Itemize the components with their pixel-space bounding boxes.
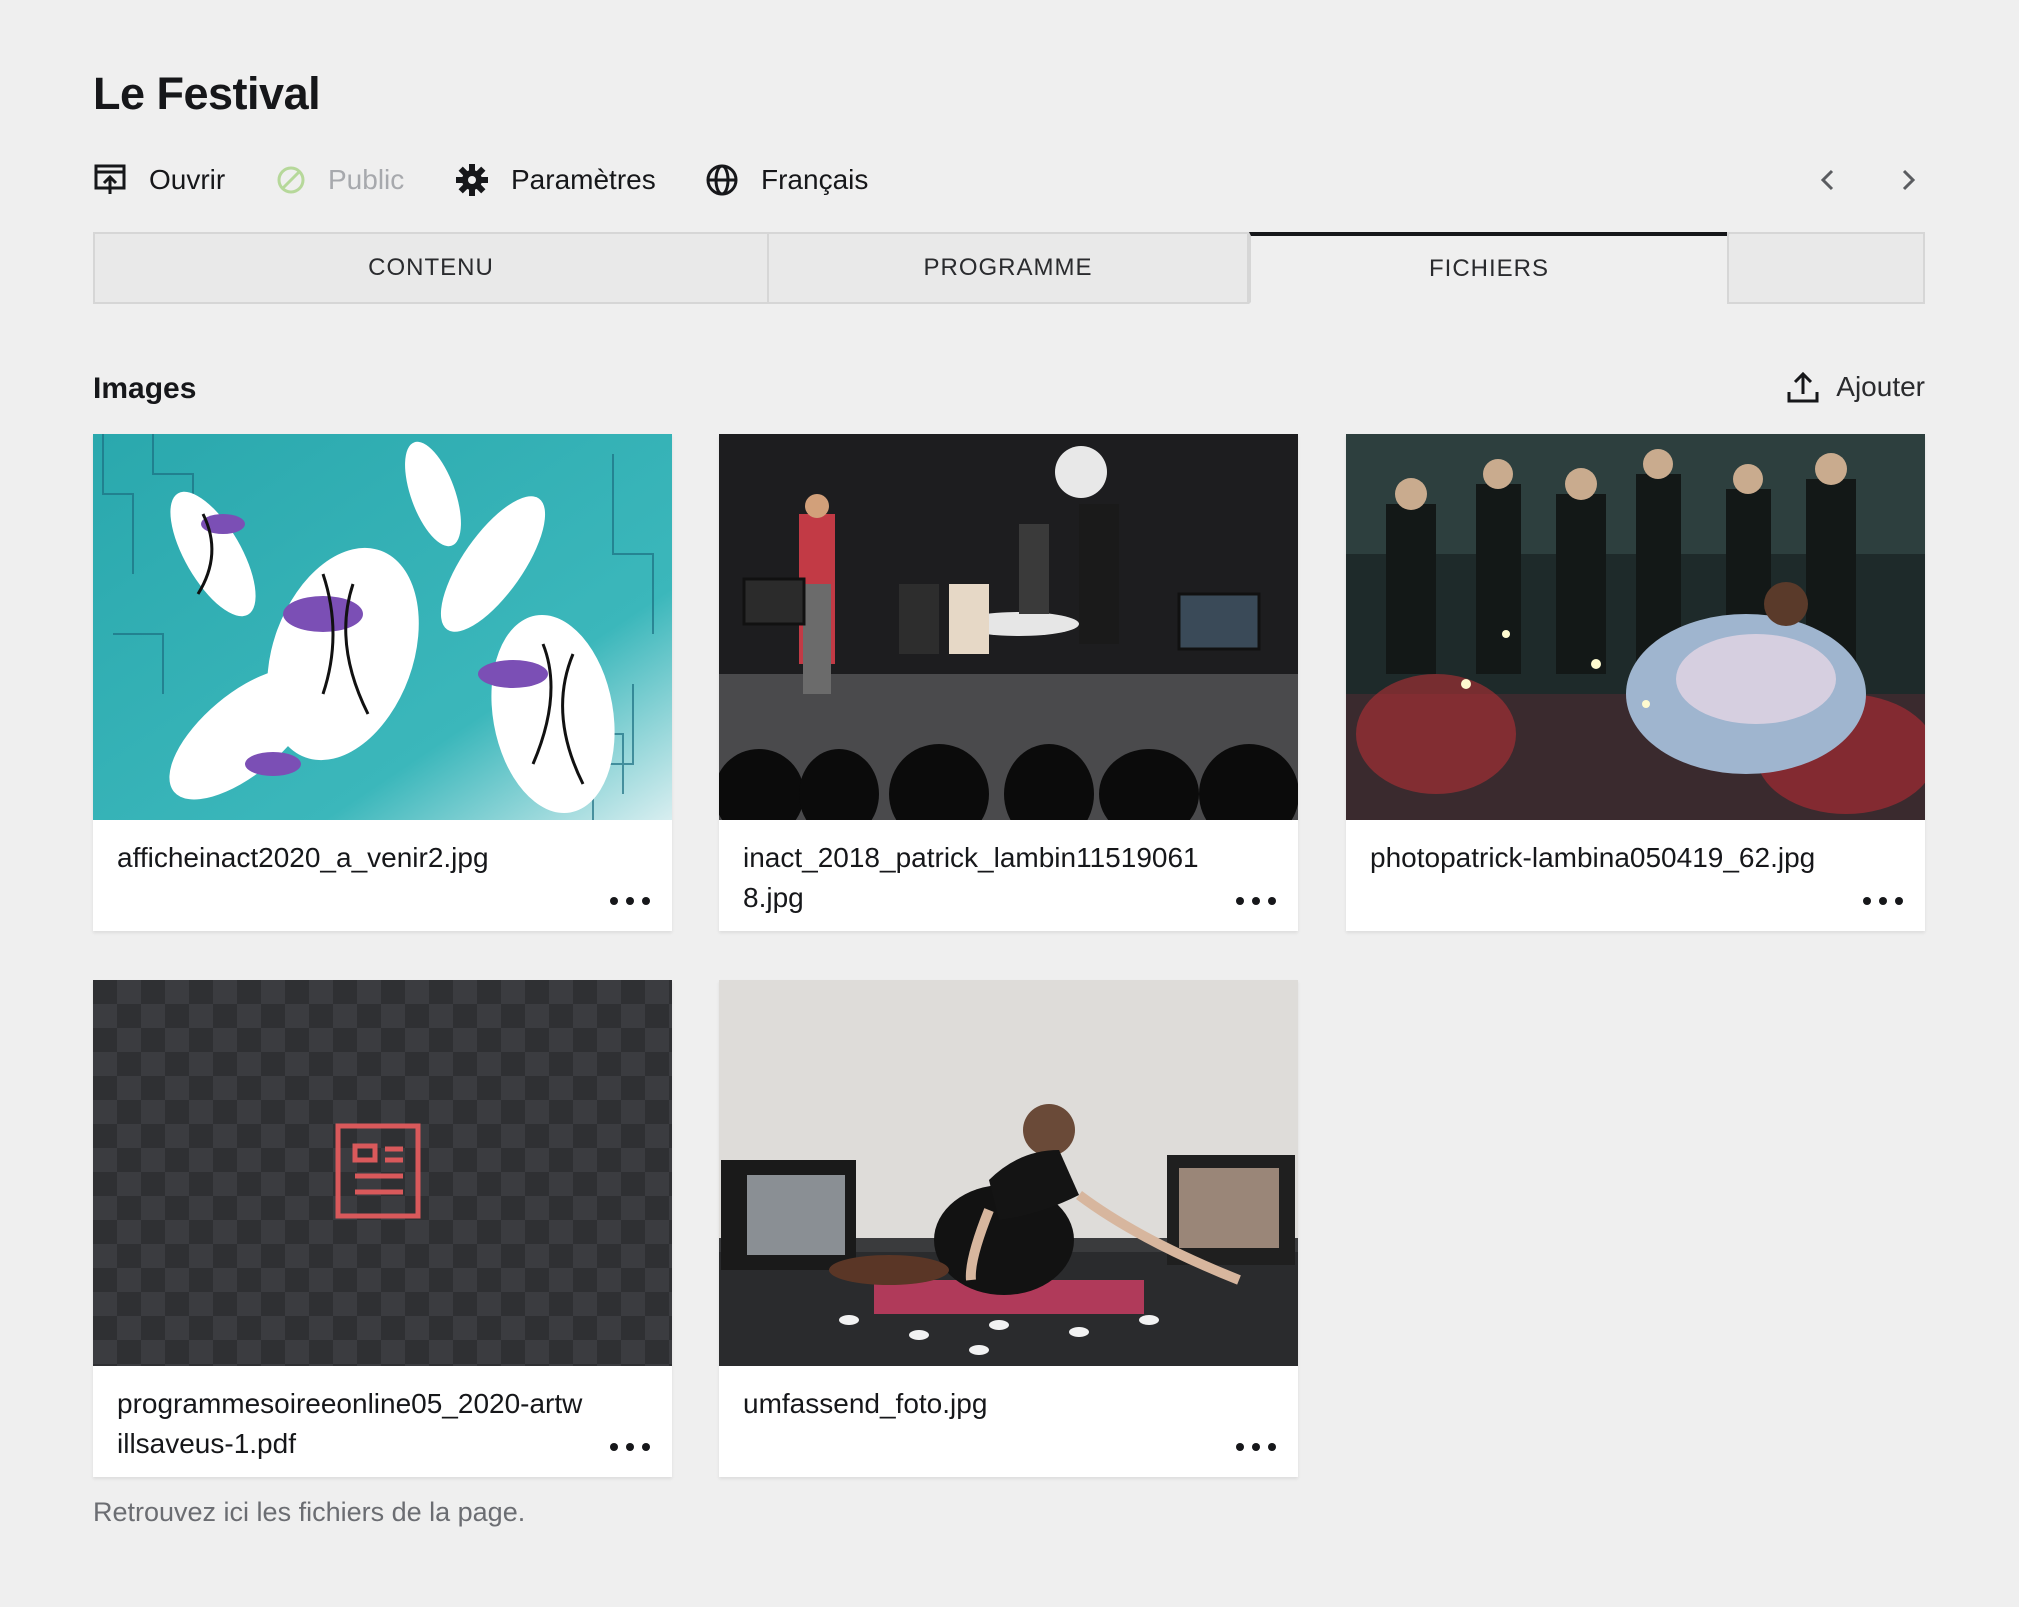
document-icon — [335, 1123, 421, 1219]
file-name: inact_2018_patrick_lambin115190618.jpg — [743, 842, 1199, 913]
tab-programme[interactable]: PROGRAMME — [767, 232, 1249, 304]
file-options-button[interactable] — [610, 889, 650, 913]
next-page-button[interactable] — [1890, 162, 1926, 198]
more-icon — [626, 1443, 634, 1451]
tab-contenu[interactable]: CONTENU — [93, 232, 769, 304]
images-section-header: Images Ajouter — [93, 370, 1925, 414]
file-options-button[interactable] — [1863, 889, 1903, 913]
file-thumbnail[interactable] — [1346, 434, 1925, 820]
language-label: Français — [761, 164, 869, 195]
more-icon — [626, 897, 634, 905]
open-icon — [94, 164, 126, 194]
file-thumbnail[interactable] — [719, 980, 1298, 1366]
status-label: Public — [328, 164, 405, 195]
file-name: umfassend_foto.jpg — [743, 1388, 988, 1419]
file-options-button[interactable] — [1236, 889, 1276, 913]
upload-icon — [1787, 371, 1819, 403]
more-icon — [1236, 1443, 1244, 1451]
file-name: programmesoireeonline05_2020-artwillsave… — [117, 1388, 583, 1459]
more-icon — [1268, 1443, 1276, 1451]
file-card[interactable]: umfassend_foto.jpg — [719, 980, 1298, 1477]
more-icon — [610, 897, 618, 905]
more-icon — [1895, 897, 1903, 905]
file-card[interactable]: photopatrick-lambina050419_62.jpg — [1346, 434, 1925, 931]
language-button[interactable]: Français — [705, 158, 868, 202]
file-name: afficheinact2020_a_venir2.jpg — [117, 842, 489, 873]
more-icon — [1863, 897, 1871, 905]
chevron-left-icon — [1820, 169, 1834, 191]
file-thumbnail[interactable] — [93, 434, 672, 820]
previous-page-button[interactable] — [1810, 162, 1846, 198]
gear-icon — [456, 164, 488, 196]
add-file-label: Ajouter — [1836, 371, 1925, 402]
more-icon — [610, 1443, 618, 1451]
page-title: Le Festival — [93, 68, 321, 119]
more-icon — [642, 1443, 650, 1451]
more-icon — [642, 897, 650, 905]
settings-label: Paramètres — [511, 164, 656, 195]
file-thumbnail[interactable] — [719, 434, 1298, 820]
status-icon — [277, 166, 305, 194]
more-icon — [1268, 897, 1276, 905]
more-icon — [1252, 1443, 1260, 1451]
chevron-right-icon — [1902, 169, 1916, 191]
more-icon — [1236, 897, 1244, 905]
add-file-button[interactable]: Ajouter — [1786, 370, 1925, 404]
file-options-button[interactable] — [1236, 1435, 1276, 1459]
file-name: photopatrick-lambina050419_62.jpg — [1370, 842, 1816, 873]
tab-fichiers[interactable]: FICHIERS — [1249, 232, 1729, 304]
file-card[interactable]: afficheinact2020_a_venir2.jpg — [93, 434, 672, 931]
page-toolbar: Ouvrir Public Paramètres Français — [93, 158, 1925, 202]
file-card[interactable]: programmesoireeonline05_2020-artwillsave… — [93, 980, 672, 1477]
file-card[interactable]: inact_2018_patrick_lambin115190618.jpg — [719, 434, 1298, 931]
section-title: Images — [93, 372, 197, 405]
open-button[interactable]: Ouvrir — [93, 158, 225, 202]
file-options-button[interactable] — [610, 1435, 650, 1459]
file-thumbnail[interactable] — [93, 980, 672, 1366]
more-icon — [1252, 897, 1260, 905]
help-text: Retrouvez ici les fichiers de la page. — [93, 1497, 526, 1527]
status-button[interactable]: Public — [276, 158, 404, 202]
globe-icon — [706, 164, 738, 196]
tab-bar: CONTENU PROGRAMME FICHIERS — [93, 232, 1925, 306]
open-label: Ouvrir — [149, 164, 226, 195]
more-icon — [1879, 897, 1887, 905]
settings-button[interactable]: Paramètres — [455, 158, 656, 202]
tab-extra[interactable] — [1727, 232, 1925, 304]
